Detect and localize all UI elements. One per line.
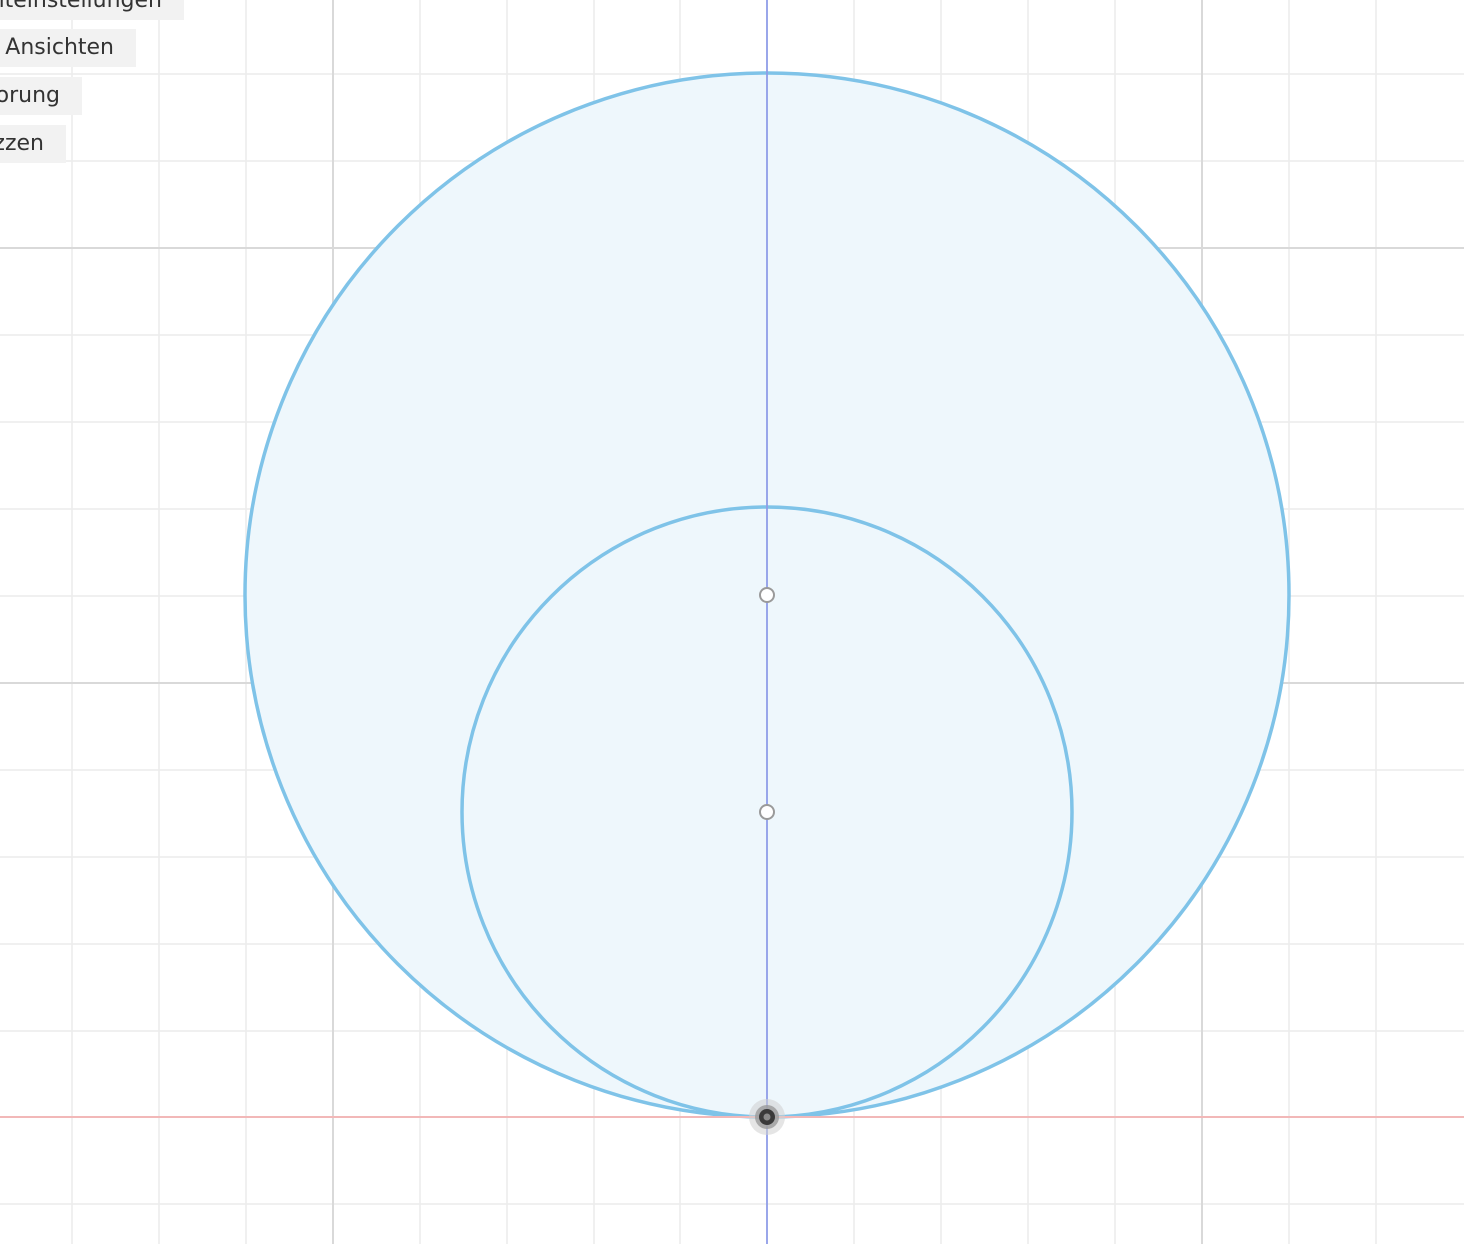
browser-item-label: e Ansichten: [0, 35, 114, 60]
browser-item-label: nteinstellungen: [0, 0, 162, 13]
browser-item-named-views[interactable]: e Ansichten: [0, 29, 136, 67]
outer-center-point-icon[interactable]: [759, 587, 775, 603]
origin-point-icon[interactable]: [749, 1099, 785, 1135]
browser-item-document-settings[interactable]: nteinstellungen: [0, 0, 184, 20]
canvas-svg[interactable]: [0, 0, 1464, 1244]
browser-item-label: orung: [0, 83, 60, 108]
inner-center-point-icon[interactable]: [759, 804, 775, 820]
sketch-canvas[interactable]: nteinstellungen e Ansichten orung zzen: [0, 0, 1464, 1244]
browser-item-sketches[interactable]: zzen: [0, 125, 66, 163]
browser-item-origin[interactable]: orung: [0, 77, 82, 115]
browser-item-label: zzen: [0, 131, 44, 156]
